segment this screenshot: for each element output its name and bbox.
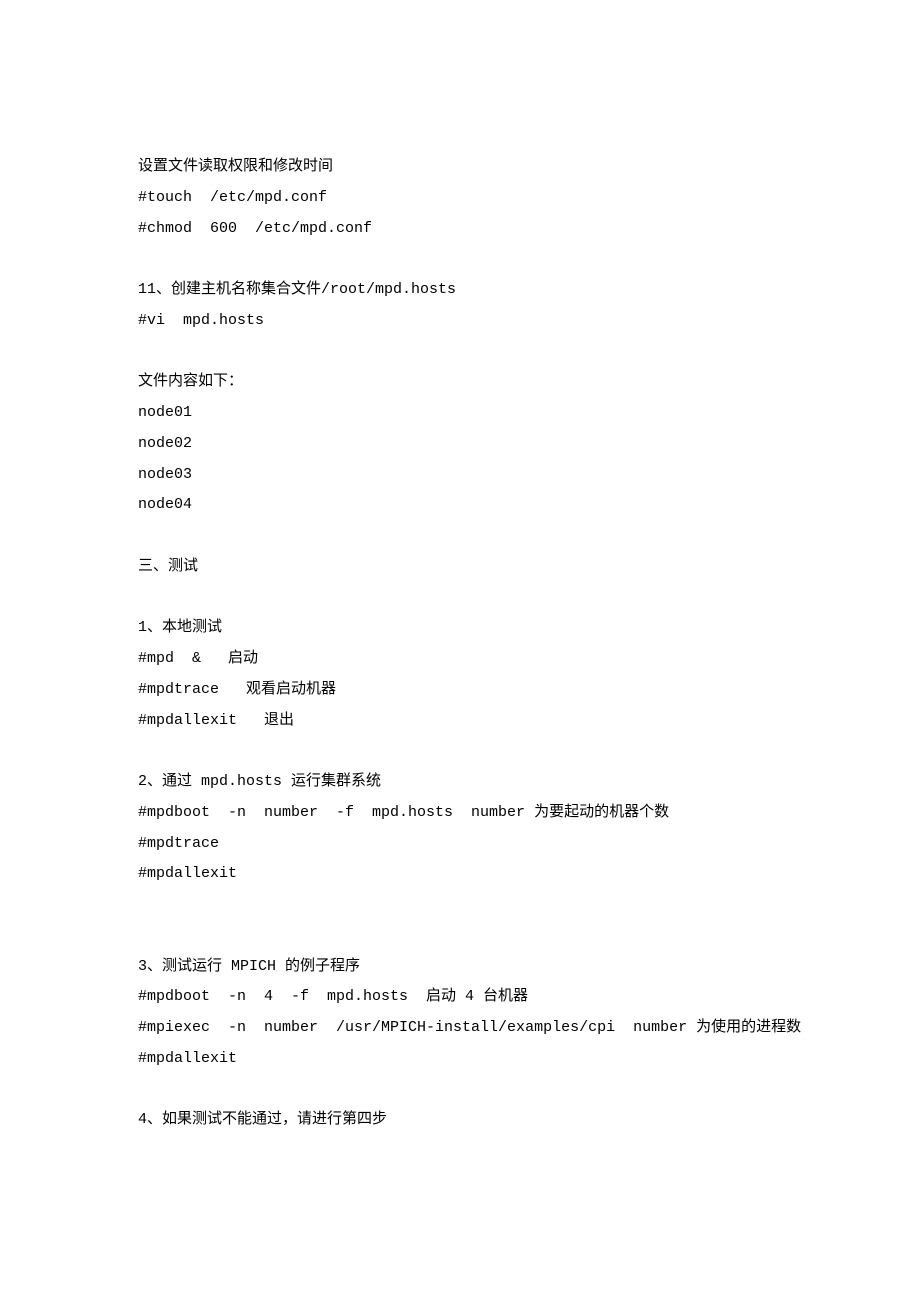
text-line: 4、如果测试不能通过，请进行第四步 xyxy=(138,1105,782,1136)
blank-line xyxy=(138,921,782,952)
text-line: 设置文件读取权限和修改时间 xyxy=(138,152,782,183)
text-line: #mpdallexit xyxy=(138,859,782,890)
text-line: #mpdallexit xyxy=(138,1044,782,1075)
text-line: 三、测试 xyxy=(138,552,782,583)
text-line: #mpdtrace 观看启动机器 xyxy=(138,675,782,706)
blank-line xyxy=(138,337,782,368)
blank-line xyxy=(138,1075,782,1106)
text-line: 1、本地测试 xyxy=(138,613,782,644)
text-line: node04 xyxy=(138,490,782,521)
text-line: 3、测试运行 MPICH 的例子程序 xyxy=(138,952,782,983)
document-page: 设置文件读取权限和修改时间 #touch /etc/mpd.conf #chmo… xyxy=(0,0,920,1302)
text-line: node03 xyxy=(138,460,782,491)
text-line: #mpiexec -n number /usr/MPICH-install/ex… xyxy=(138,1013,782,1044)
text-line: #touch /etc/mpd.conf xyxy=(138,183,782,214)
blank-line xyxy=(138,521,782,552)
text-line: 文件内容如下： xyxy=(138,367,782,398)
text-line: #chmod 600 /etc/mpd.conf xyxy=(138,214,782,245)
text-line: #mpd & 启动 xyxy=(138,644,782,675)
text-line: #mpdboot -n number -f mpd.hosts number 为… xyxy=(138,798,782,829)
text-line: node01 xyxy=(138,398,782,429)
text-line: #vi mpd.hosts xyxy=(138,306,782,337)
text-line: 2、通过 mpd.hosts 运行集群系统 xyxy=(138,767,782,798)
text-line: #mpdtrace xyxy=(138,829,782,860)
text-line: #mpdboot -n 4 -f mpd.hosts 启动 4 台机器 xyxy=(138,982,782,1013)
blank-line xyxy=(138,583,782,614)
text-line: node02 xyxy=(138,429,782,460)
blank-line xyxy=(138,736,782,767)
blank-line xyxy=(138,890,782,921)
text-line: #mpdallexit 退出 xyxy=(138,706,782,737)
text-line: 11、创建主机名称集合文件/root/mpd.hosts xyxy=(138,275,782,306)
blank-line xyxy=(138,244,782,275)
